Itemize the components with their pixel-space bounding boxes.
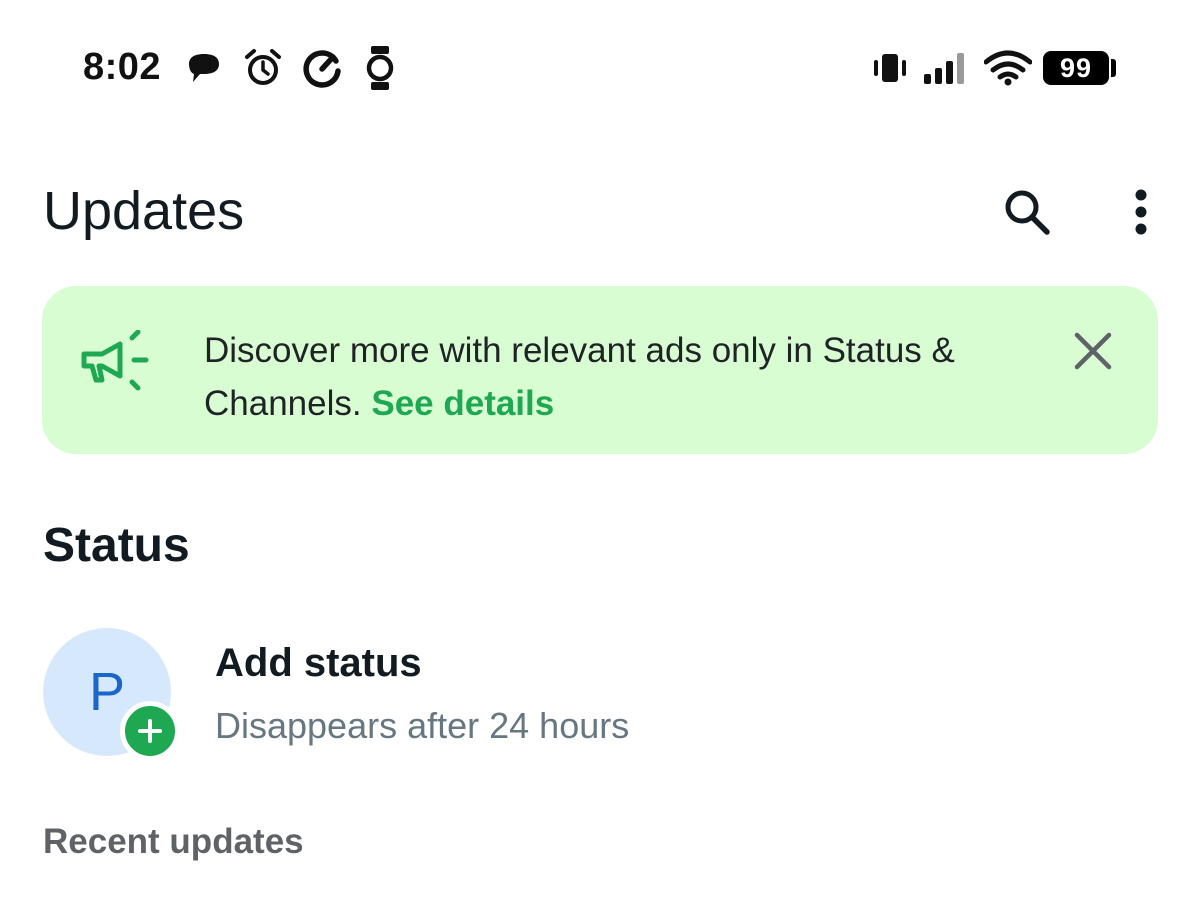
- status-section-title: Status: [43, 519, 190, 572]
- wifi-icon: [984, 50, 1032, 86]
- ads-info-banner: Discover more with relevant ads only in …: [42, 286, 1158, 454]
- megaphone-icon: [81, 330, 149, 391]
- battery-cap: [1111, 59, 1116, 77]
- add-status-row[interactable]: P Add status Disappears after 24 hours: [40, 625, 1160, 765]
- close-icon: [1074, 332, 1112, 370]
- add-status-subtitle: Disappears after 24 hours: [215, 705, 630, 746]
- see-details-link[interactable]: See details: [371, 384, 554, 423]
- overflow-menu-button[interactable]: [1115, 180, 1167, 244]
- status-bar: 8:02 99: [0, 0, 1200, 130]
- banner-text: Discover more with relevant ads only in …: [204, 331, 955, 423]
- alarm-icon: [245, 49, 281, 85]
- recent-updates-title: Recent updates: [43, 822, 304, 861]
- vibrate-icon: [874, 54, 906, 82]
- banner-close-button[interactable]: [1064, 322, 1122, 380]
- add-status-badge[interactable]: [120, 701, 180, 761]
- more-vert-icon: [1135, 189, 1147, 235]
- page-title: Updates: [43, 181, 245, 241]
- battery-icon: 99: [1043, 51, 1109, 85]
- add-status-title: Add status: [215, 641, 422, 685]
- banner-message: Discover more with relevant ads only in …: [204, 324, 1064, 430]
- sync-icon: [303, 50, 341, 88]
- clock: 8:02: [83, 46, 162, 88]
- search-icon: [1005, 190, 1050, 235]
- search-button[interactable]: [995, 180, 1059, 244]
- plus-icon: [138, 719, 162, 743]
- signal-icon: [924, 53, 964, 84]
- watch-icon: [366, 46, 394, 90]
- chat-bubble-icon: [189, 54, 219, 82]
